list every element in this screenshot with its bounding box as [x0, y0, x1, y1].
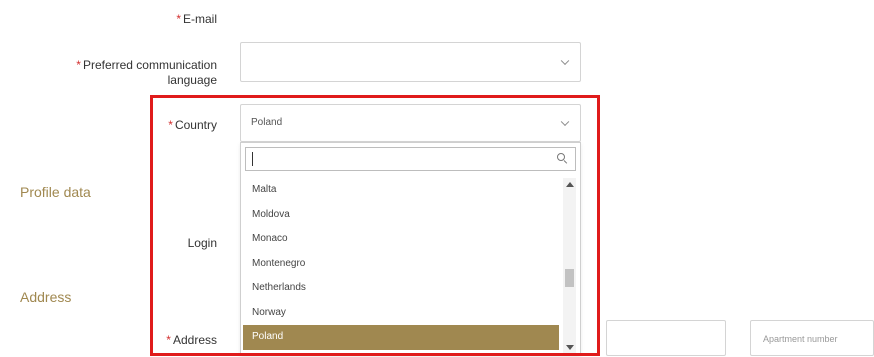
section-profile-data: Profile data: [20, 184, 91, 200]
language-label: * Preferred communication language: [76, 58, 217, 87]
required-mark: *: [176, 12, 181, 26]
country-option-list: Malta Moldova Monaco Montenegro Netherla…: [243, 178, 559, 354]
scrollbar-thumb[interactable]: [565, 269, 574, 287]
email-label: * E-mail: [176, 12, 217, 26]
search-icon: [557, 153, 568, 164]
required-mark: *: [76, 58, 81, 72]
country-label: * Country: [168, 118, 217, 132]
address-field-2[interactable]: [606, 320, 726, 356]
country-option[interactable]: Montenegro: [243, 252, 559, 277]
country-option-selected[interactable]: Poland: [243, 325, 559, 350]
required-mark: *: [166, 333, 171, 347]
section-address: Address: [20, 289, 72, 305]
country-option[interactable]: Netherlands: [243, 276, 559, 301]
country-select[interactable]: Poland: [240, 104, 581, 142]
address-label: * Address: [166, 333, 217, 347]
apartment-number-placeholder: Apartment number: [763, 334, 838, 344]
text-caret: [252, 152, 253, 166]
country-option[interactable]: Monaco: [243, 227, 559, 252]
country-option[interactable]: Moldova: [243, 203, 559, 228]
country-select-value: Poland: [251, 117, 283, 128]
dropdown-scrollbar[interactable]: [563, 178, 576, 354]
required-mark: *: [168, 118, 173, 132]
scroll-up-arrow-icon[interactable]: [566, 182, 574, 187]
chevron-down-icon: [560, 117, 570, 127]
login-label: Login: [187, 236, 217, 250]
country-dropdown: Malta Moldova Monaco Montenegro Netherla…: [240, 142, 581, 356]
chevron-down-icon: [560, 56, 570, 66]
country-option[interactable]: Norway: [243, 301, 559, 326]
language-select[interactable]: [240, 42, 581, 82]
country-search-input[interactable]: [245, 147, 576, 171]
apartment-number-input[interactable]: Apartment number: [750, 320, 874, 356]
scroll-down-arrow-icon[interactable]: [566, 345, 574, 350]
country-option[interactable]: Malta: [243, 178, 559, 203]
